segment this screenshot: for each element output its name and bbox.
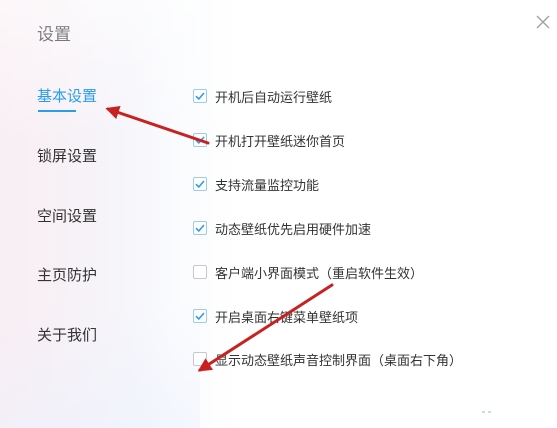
checkbox[interactable] xyxy=(193,352,207,366)
option-sound-control-ui[interactable]: 显示动态壁纸声音控制界面（桌面右下角） xyxy=(193,349,462,369)
settings-window: 设置 基本设置 锁屏设置 空间设置 主页防护 关于我们 开机后自动运行壁纸 开机… xyxy=(0,0,557,428)
option-small-ui-mode[interactable]: 客户端小界面模式（重启软件生效） xyxy=(193,262,423,282)
check-icon xyxy=(195,224,205,233)
option-label: 显示动态壁纸声音控制界面（桌面右下角） xyxy=(215,353,463,369)
option-label: 开机打开壁纸迷你首页 xyxy=(215,134,346,150)
check-icon xyxy=(195,136,205,145)
check-icon xyxy=(195,180,205,189)
checkbox[interactable] xyxy=(193,221,207,235)
check-icon xyxy=(195,312,205,321)
sidebar-item-basic-settings[interactable]: 基本设置 xyxy=(37,85,97,106)
option-hardware-acceleration[interactable]: 动态壁纸优先启用硬件加速 xyxy=(193,218,371,238)
option-label: 动态壁纸优先启用硬件加速 xyxy=(215,222,372,238)
sidebar-item-lockscreen-settings[interactable]: 锁屏设置 xyxy=(37,145,97,166)
option-label: 开机后自动运行壁纸 xyxy=(215,90,333,106)
active-tab-indicator xyxy=(38,110,76,112)
option-label: 支持流量监控功能 xyxy=(215,178,320,194)
checkbox[interactable] xyxy=(193,309,207,323)
checkbox[interactable] xyxy=(193,265,207,279)
option-open-mini-homepage[interactable]: 开机打开壁纸迷你首页 xyxy=(193,130,345,150)
decorative-mark xyxy=(482,411,491,413)
sidebar-item-about-us[interactable]: 关于我们 xyxy=(37,324,97,345)
checkbox[interactable] xyxy=(193,89,207,103)
sidebar-item-homepage-protection[interactable]: 主页防护 xyxy=(37,264,97,285)
checkbox[interactable] xyxy=(193,177,207,191)
check-icon xyxy=(195,92,205,101)
close-icon[interactable] xyxy=(533,12,553,32)
window-title: 设置 xyxy=(37,25,71,45)
option-autostart-wallpaper[interactable]: 开机后自动运行壁纸 xyxy=(193,86,332,106)
option-label: 客户端小界面模式（重启软件生效） xyxy=(215,266,424,282)
option-label: 开启桌面右键菜单壁纸项 xyxy=(215,310,359,326)
sidebar-item-space-settings[interactable]: 空间设置 xyxy=(37,205,97,226)
checkbox[interactable] xyxy=(193,133,207,147)
option-desktop-context-menu[interactable]: 开启桌面右键菜单壁纸项 xyxy=(193,306,358,326)
option-traffic-monitor[interactable]: 支持流量监控功能 xyxy=(193,174,319,194)
